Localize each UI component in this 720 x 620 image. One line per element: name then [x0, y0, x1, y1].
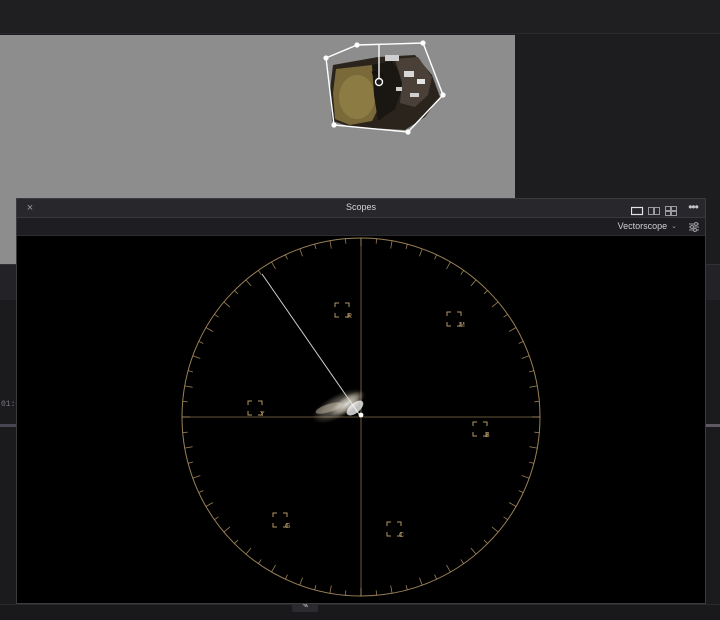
target-label: C [399, 532, 404, 539]
graticule-tick [245, 279, 252, 287]
target-g: G [272, 512, 290, 530]
graticule-tick [470, 547, 477, 555]
graticule-tick [192, 355, 201, 359]
graticule-tick [528, 370, 535, 373]
target-cy: C [386, 521, 404, 539]
target-mg: M [446, 311, 465, 329]
graticule-tick [503, 314, 508, 318]
graticule-tick [214, 314, 219, 318]
graticule-tick [329, 240, 332, 249]
target-label: M [459, 322, 465, 329]
vectorscope-svg: R M B C G Y [181, 237, 541, 597]
graticule-tick [518, 490, 524, 494]
right-panel [515, 34, 720, 200]
target-label: R [347, 313, 352, 320]
graticule-tick [518, 340, 524, 344]
scopes-window[interactable]: × Scopes ••• Vectorscope ⌄ R M B C G Y [16, 198, 706, 604]
dual-view-button[interactable] [648, 203, 661, 215]
graticule-tick [419, 248, 423, 257]
graticule-tick [446, 261, 451, 270]
graticule-tick [460, 270, 464, 275]
graticule-tick [223, 301, 231, 308]
graticule-tick [284, 574, 288, 580]
bottom-bar [0, 604, 720, 620]
graticule-tick [234, 290, 239, 295]
graticule-tick [470, 279, 477, 287]
vectorscope-targets: R M B C G Y [247, 302, 490, 539]
graticule-tick [271, 261, 276, 270]
graticule-tick [508, 327, 517, 332]
single-view-icon [630, 206, 644, 216]
graticule-tick [390, 240, 393, 249]
graticule-tick [434, 574, 438, 580]
graticule-tick [187, 461, 194, 464]
graticule-tick [483, 290, 488, 295]
vectorscope-display: R M B C G Y [17, 236, 705, 603]
graticule-tick [419, 577, 423, 586]
graticule-tick [508, 502, 517, 507]
graticule-tick [314, 584, 317, 591]
subject-face [330, 55, 440, 130]
graticule-tick [299, 577, 303, 586]
graticule-tick [521, 475, 530, 479]
sliders-icon [689, 222, 699, 232]
graticule-tick [184, 385, 193, 388]
graticule-tick [529, 446, 538, 449]
graticule-tick [192, 475, 201, 479]
dual-view-icon [648, 207, 660, 215]
graticule-tick [198, 490, 204, 494]
graticule-tick [205, 327, 214, 332]
graticule-tick [446, 564, 451, 573]
window-title: Scopes [345, 202, 377, 212]
target-label: B [485, 432, 490, 439]
quad-view-button[interactable] [665, 203, 678, 216]
target-b: B [472, 421, 490, 439]
graticule-tick [299, 248, 303, 257]
graticule-tick [258, 270, 262, 275]
graticule-tick [184, 446, 193, 449]
graticule-tick [329, 585, 332, 594]
graticule-tick [529, 385, 538, 388]
graticule-tick [284, 254, 288, 260]
more-options-button[interactable]: ••• [685, 200, 701, 216]
graticule-tick [528, 461, 535, 464]
graticule-tick [234, 539, 239, 544]
graticule-tick [405, 243, 408, 250]
trace-blob [311, 388, 367, 424]
graticule-tick [271, 564, 276, 573]
scope-settings-button[interactable] [687, 220, 701, 234]
top-toolbar [0, 0, 720, 34]
graticule-tick [390, 585, 393, 594]
graticule-tick [491, 526, 499, 533]
graticule-tick [405, 584, 408, 591]
window-center-handle[interactable] [374, 77, 384, 87]
target-label: G [285, 523, 290, 530]
scope-type-dropdown[interactable]: Vectorscope ⌄ [618, 221, 677, 231]
graticule-tick [460, 559, 464, 564]
scope-type-value: Vectorscope [617, 221, 668, 231]
graticule-tick [258, 559, 262, 564]
graticule-tick [314, 243, 317, 250]
target-label: Y [260, 411, 265, 418]
graticule-tick [205, 502, 214, 507]
target-yl: Y [247, 400, 265, 418]
davinci-resolve-workspace: 01:00 ✎ × Scopes ••• Vectorscope ⌄ R M B… [0, 0, 720, 620]
graticule-tick [198, 340, 204, 344]
graticule-tick [245, 547, 252, 555]
graticule-tick [483, 539, 488, 544]
scopes-titlebar[interactable]: × Scopes ••• [17, 199, 705, 218]
scopes-toolbar: Vectorscope ⌄ [17, 218, 705, 236]
chevron-down-icon: ⌄ [671, 223, 677, 230]
target-r: R [334, 302, 352, 320]
graticule-tick [491, 301, 499, 308]
graticule-tick [521, 355, 530, 359]
graticule-tick [503, 516, 508, 520]
single-view-button[interactable] [630, 203, 644, 216]
graticule-tick [187, 370, 194, 373]
graticule-tick [223, 526, 231, 533]
graticule-tick [434, 254, 438, 260]
graticule-tick [214, 516, 219, 520]
quad-view-icon [665, 206, 677, 216]
